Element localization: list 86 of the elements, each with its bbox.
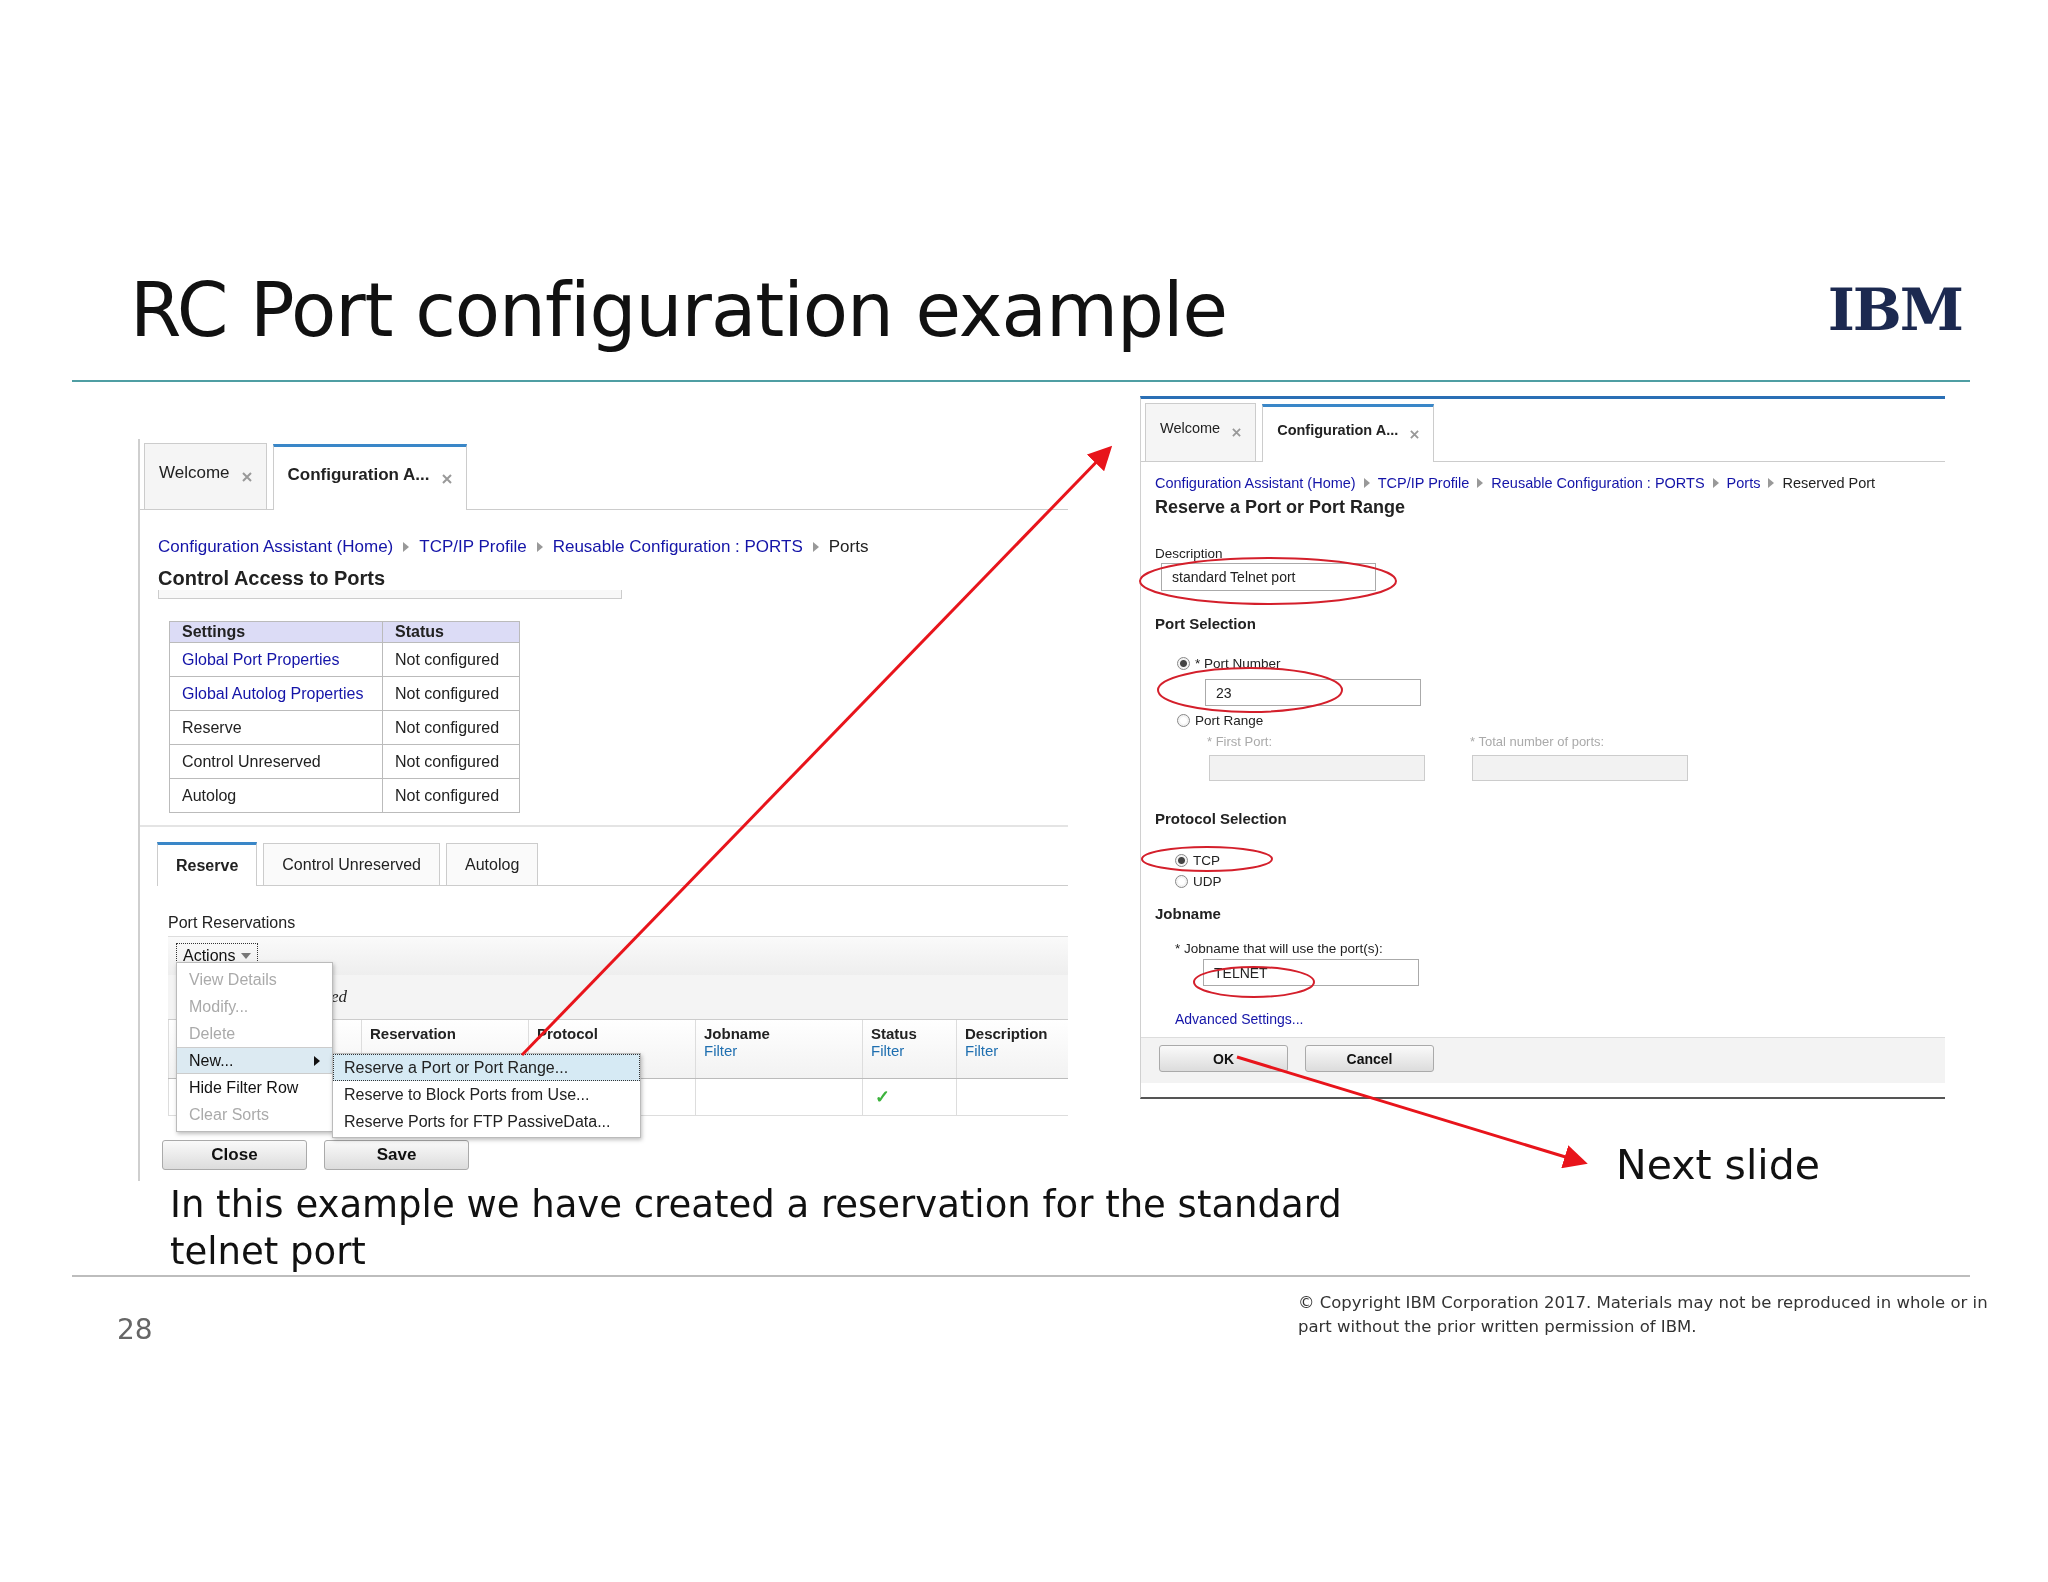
caret-icon: [812, 542, 819, 552]
breadcrumb-current: Reserved Port: [1782, 475, 1876, 491]
filter-link[interactable]: Filter: [871, 1042, 905, 1059]
section-label: Port Reservations: [168, 914, 297, 932]
menu-item[interactable]: Hide Filter Row: [177, 1074, 332, 1101]
breadcrumb-link[interactable]: Configuration Assistant (Home): [158, 537, 394, 557]
table-cell: Not configured: [382, 710, 520, 745]
table-cell: Not configured: [382, 676, 520, 711]
column-header[interactable]: Reservation: [370, 1025, 456, 1042]
breadcrumb-link[interactable]: Reusable Configuration : PORTS: [1491, 475, 1705, 491]
field-label: * Jobname that will use the port(s):: [1175, 941, 1384, 956]
port-number-field[interactable]: 23: [1205, 679, 1421, 706]
description-field[interactable]: standard Telnet port: [1161, 563, 1376, 591]
tab[interactable]: Welcome: [144, 443, 267, 509]
table-cell: Control Unreserved: [169, 744, 383, 779]
caption-text: In this example we have created a reservation for the standard telnet port: [170, 1182, 1343, 1275]
section-heading: Port Selection: [1155, 614, 1257, 632]
field-label: * First Port:: [1207, 734, 1273, 749]
column-header[interactable]: Jobname: [704, 1025, 770, 1042]
caret-icon: [1477, 478, 1484, 488]
caret-icon: [1768, 478, 1775, 488]
section-heading: Protocol Selection: [1155, 809, 1288, 827]
page-heading: Control Access to Ports: [157, 566, 387, 590]
caret-icon: [241, 953, 252, 959]
breadcrumb-link[interactable]: Reusable Configuration : PORTS: [552, 537, 803, 557]
caret-icon: [1712, 478, 1719, 488]
menu-item[interactable]: Reserve a Port or Port Range...: [333, 1054, 640, 1081]
page-heading: Reserve a Port or Port Range: [1154, 496, 1407, 518]
radio-label: UDP: [1193, 874, 1222, 889]
copyright-text: © Copyright IBM Corporation 2017. Materials may not be reproduced in whole or in part without the prior written permission of IBM.: [1298, 1292, 1989, 1338]
close-icon[interactable]: [241, 471, 252, 482]
advanced-settings-link[interactable]: Advanced Settings...: [1175, 1011, 1304, 1027]
save-button[interactable]: Save: [324, 1140, 469, 1170]
column-header: Settings: [169, 621, 383, 643]
table-cell: Autolog: [169, 778, 383, 813]
settings-link[interactable]: Global Autolog Properties: [169, 676, 383, 711]
input-field[interactable]: [1472, 755, 1688, 781]
page-number: 28: [117, 1313, 153, 1346]
slide-title: RC Port configuration example: [130, 267, 1228, 353]
radio-button[interactable]: [1177, 714, 1190, 727]
section-heading: Jobname: [1155, 904, 1222, 922]
radio-button[interactable]: [1175, 875, 1188, 888]
note-text: Next slide: [1616, 1141, 1821, 1189]
submenu-arrow-icon: [314, 1055, 320, 1066]
tab[interactable]: Configuration A...: [272, 444, 467, 510]
breadcrumb-link[interactable]: Configuration Assistant (Home): [1155, 475, 1356, 491]
close-button[interactable]: Close: [162, 1140, 307, 1170]
caret-icon: [403, 542, 410, 552]
tab[interactable]: Welcome: [1145, 403, 1257, 461]
menu-item[interactable]: Reserve to Block Ports from Use...: [333, 1081, 640, 1108]
close-icon[interactable]: [1410, 430, 1420, 439]
menu-item[interactable]: New...: [177, 1047, 332, 1074]
settings-link[interactable]: Global Port Properties: [169, 642, 383, 677]
breadcrumb-link[interactable]: TCP/IP Profile: [419, 537, 527, 557]
ibm-logo: IBM: [1827, 276, 1962, 344]
breadcrumb-link[interactable]: TCP/IP Profile: [1377, 475, 1470, 491]
table-cell: Not configured: [382, 744, 520, 779]
status-check: ✓: [875, 1086, 890, 1108]
table-cell: Not configured: [382, 778, 520, 813]
column-header[interactable]: Description: [965, 1025, 1048, 1042]
caret-icon: [536, 542, 543, 552]
column-header: Status: [382, 621, 520, 643]
table-cell: Reserve: [169, 710, 383, 745]
radio-label: TCP: [1193, 853, 1220, 868]
close-icon[interactable]: [1232, 428, 1242, 437]
field-label: Description: [1155, 546, 1224, 561]
column-header[interactable]: Status: [871, 1025, 917, 1042]
filter-link[interactable]: Filter: [704, 1042, 738, 1059]
breadcrumb-link[interactable]: Ports: [1726, 475, 1761, 491]
menu-item[interactable]: Reserve Ports for FTP PassiveData...: [333, 1108, 640, 1135]
filter-link[interactable]: Filter: [965, 1042, 999, 1059]
ok-button[interactable]: OK: [1159, 1045, 1288, 1072]
input-field[interactable]: [1209, 755, 1425, 781]
tab[interactable]: Configuration A...: [1262, 404, 1435, 462]
caret-icon: [1363, 478, 1370, 488]
radio-button[interactable]: [1175, 854, 1188, 867]
table-cell: Not configured: [382, 642, 520, 677]
radio-button[interactable]: [1177, 657, 1190, 670]
tab[interactable]: Autolog: [446, 843, 539, 885]
tab[interactable]: Control Unreserved: [263, 843, 440, 885]
close-icon[interactable]: [441, 473, 452, 484]
radio-label: Port Range: [1195, 713, 1264, 728]
field-label: * Total number of ports:: [1470, 734, 1606, 749]
breadcrumb-current: Ports: [828, 537, 869, 557]
cancel-button[interactable]: Cancel: [1305, 1045, 1434, 1072]
tab[interactable]: Reserve: [157, 842, 258, 886]
